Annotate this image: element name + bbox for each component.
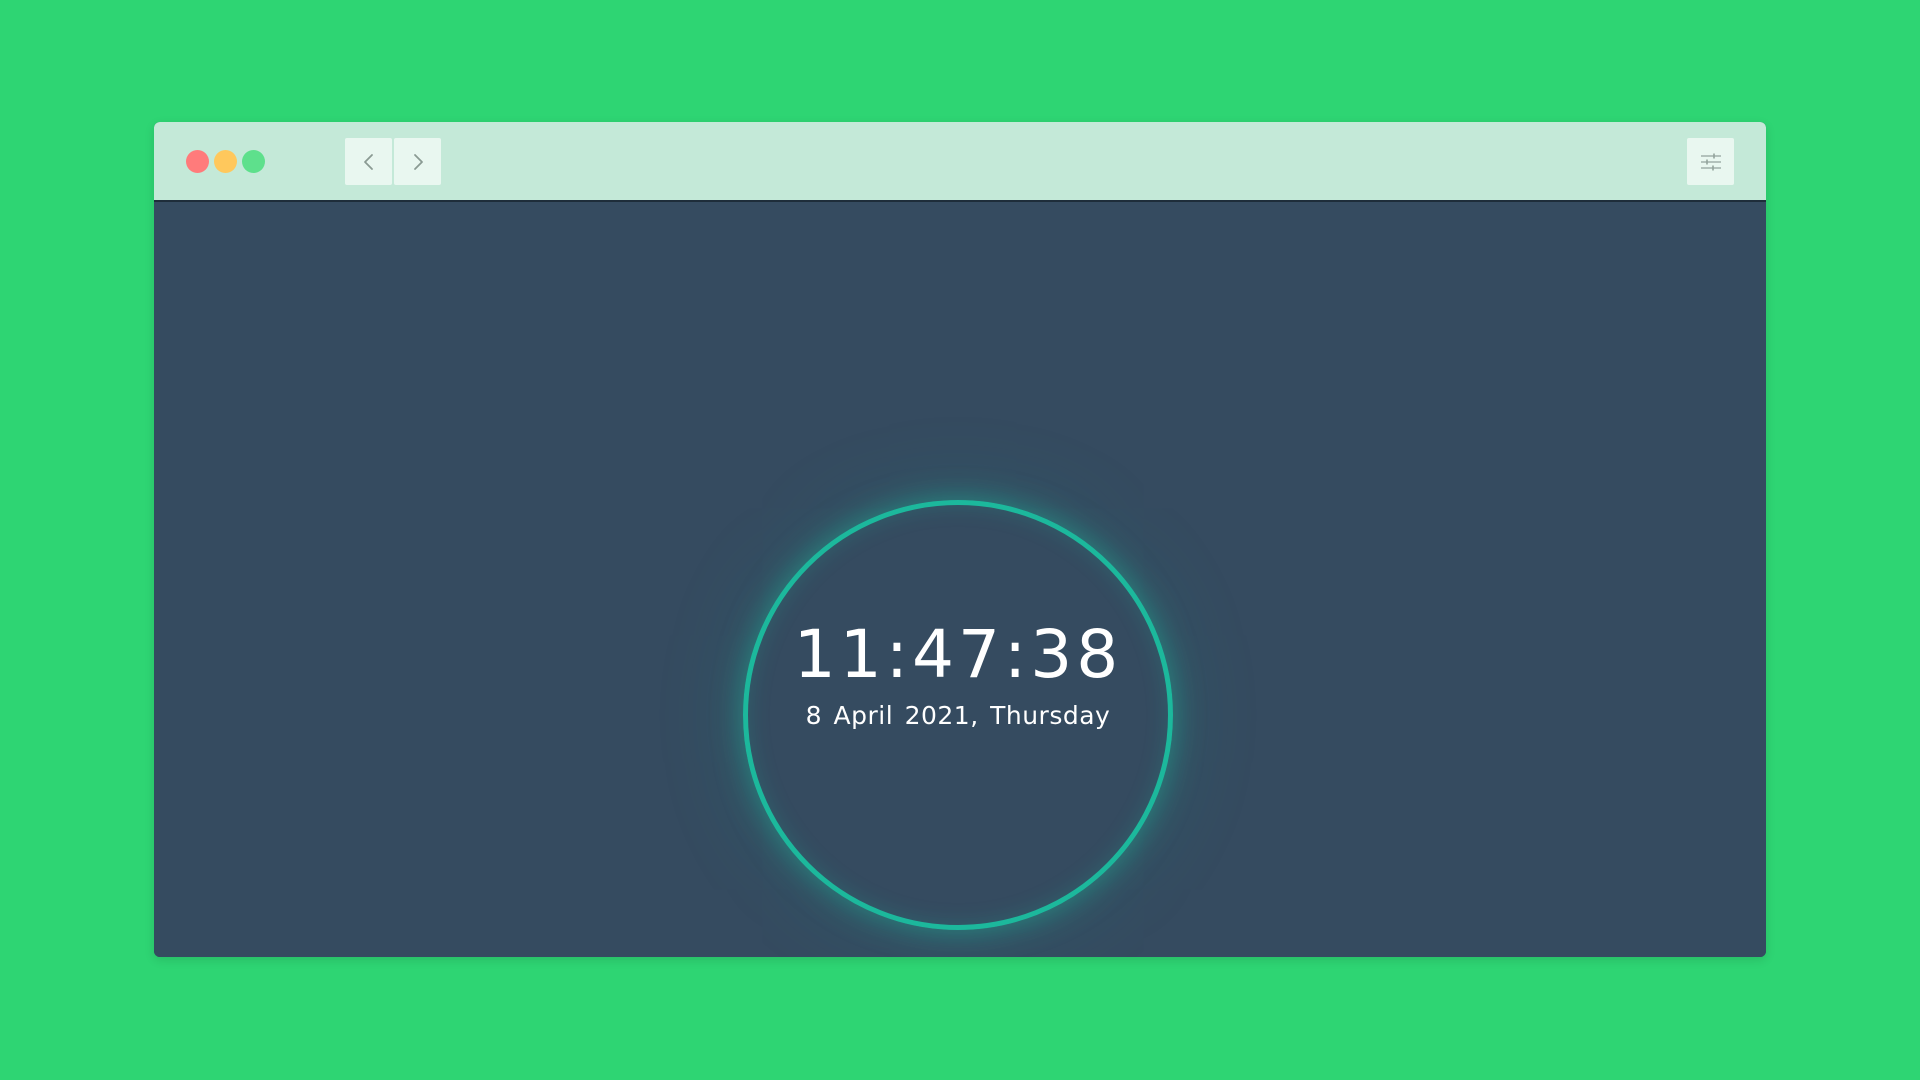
clock-content-area: 11:47:38 8 April 2021, Thursday xyxy=(154,202,1766,957)
chevron-left-icon xyxy=(363,153,373,170)
clock-time: 11:47:38 xyxy=(793,616,1123,693)
clock-date: 8 April 2021, Thursday xyxy=(805,701,1111,730)
browser-window: 11:47:38 8 April 2021, Thursday xyxy=(154,122,1766,957)
maximize-window-button[interactable] xyxy=(242,150,265,173)
chevron-right-icon xyxy=(413,153,423,170)
minimize-window-button[interactable] xyxy=(214,150,237,173)
sliders-icon xyxy=(1700,153,1721,170)
back-button[interactable] xyxy=(345,138,392,185)
settings-button[interactable] xyxy=(1687,138,1734,185)
forward-button[interactable] xyxy=(394,138,441,185)
close-window-button[interactable] xyxy=(186,150,209,173)
title-bar xyxy=(154,122,1766,202)
